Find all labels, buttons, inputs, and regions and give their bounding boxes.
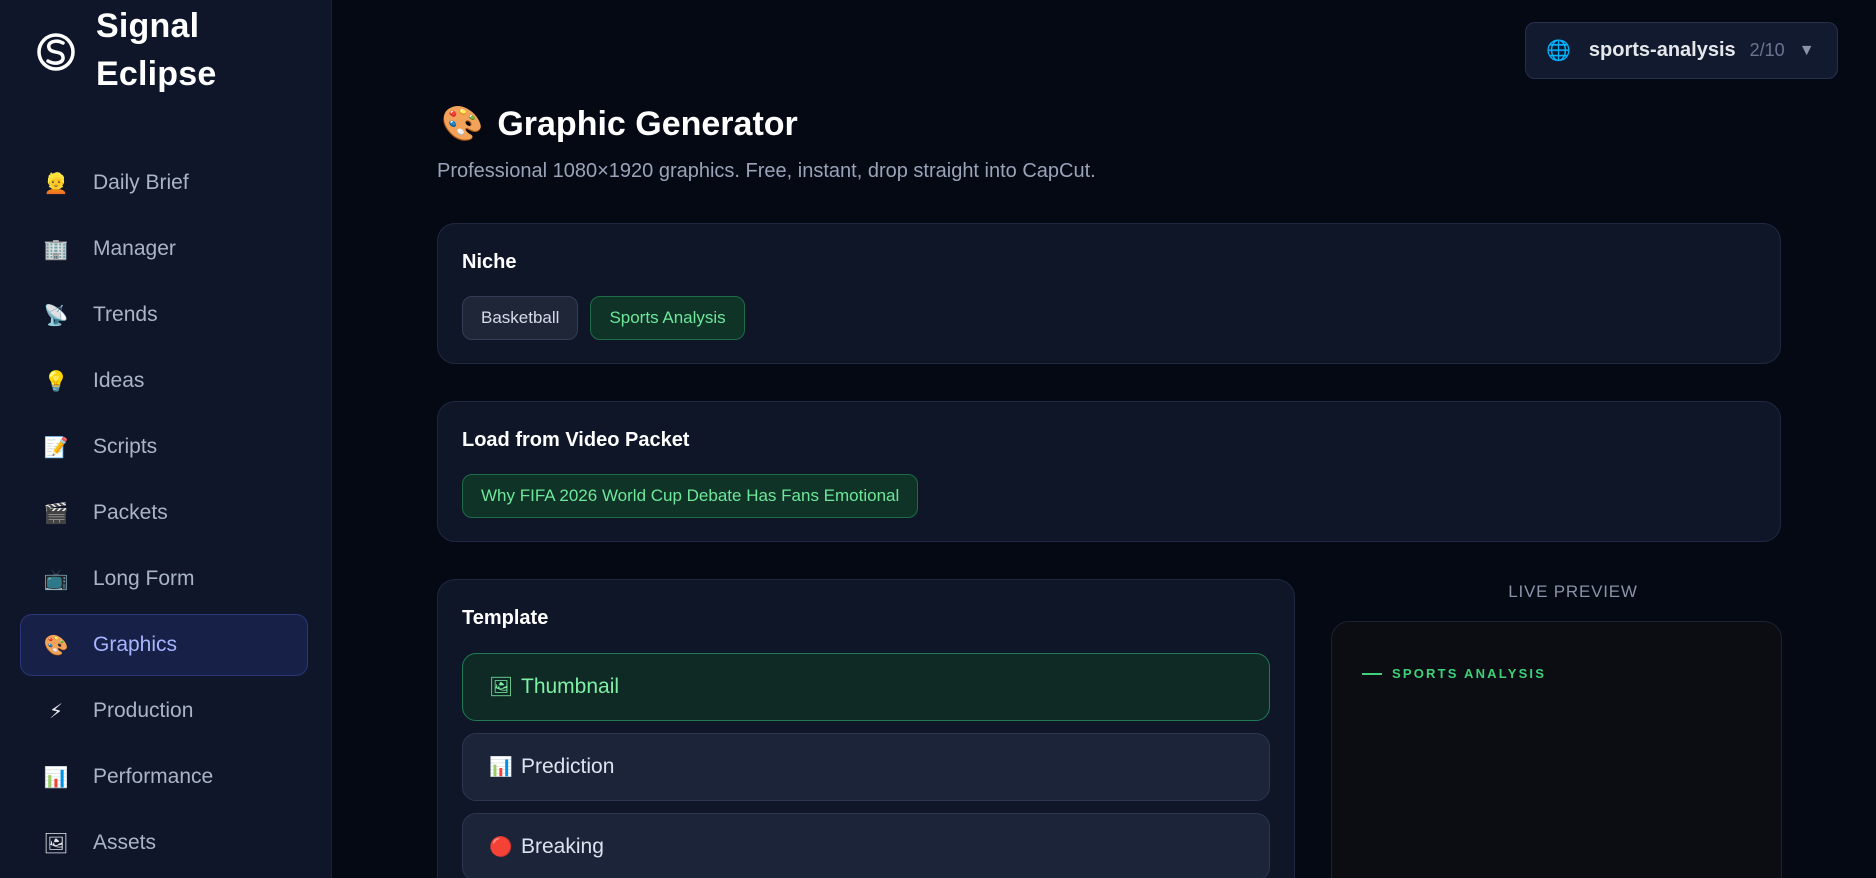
template-option-prediction[interactable]: 📊 Prediction [462,733,1270,801]
niche-title: Niche [462,251,517,273]
tag-dash [1362,672,1382,675]
sidebar-item-label: Manager [93,237,176,260]
signal-eclipse-logo-icon [37,33,75,71]
palette-icon: 🎨 [43,634,69,657]
red-circle-icon: 🔴 [489,837,513,858]
framed-picture-icon: 🖼 [43,832,69,855]
sidebar-item-performance[interactable]: 📊 Performance [20,746,308,808]
template-option-breaking[interactable]: 🔴 Breaking [462,813,1270,878]
sidebar-item-label: Graphics [93,633,178,656]
sidebar-item-scripts[interactable]: 📝 Scripts [20,416,308,478]
sidebar-item-label: Production [93,699,194,722]
main-content: 🌐 sports-analysis 2/10 ▼ 🎨 Graphic Gener… [333,0,1876,878]
sidebar-item-trends[interactable]: 📡 Trends [20,284,308,346]
preview-niche-tag: SPORTS ANALYSIS [1362,666,1546,681]
template-title: Template [462,607,549,629]
office-building-icon: 🏢 [43,238,69,261]
template-card: Template 🖼 Thumbnail 📊 Prediction 🔴 Brea… [437,579,1295,878]
brand[interactable]: Signal Eclipse [34,2,216,98]
globe-icon: 🌐 [1546,40,1571,62]
satellite-dish-icon: 📡 [43,304,69,327]
page-title-text: Graphic Generator [497,104,798,143]
brand-name-line2: Eclipse [96,55,217,93]
sidebar-item-label: Packets [93,501,168,524]
live-preview-canvas: SPORTS ANALYSIS [1331,621,1782,878]
sidebar-item-production[interactable]: ⚡ Production [20,680,308,742]
chevron-down-icon: ▼ [1798,41,1815,59]
template-option-label: Thumbnail [521,675,620,698]
sidebar-item-long-form[interactable]: 📺 Long Form [20,548,308,610]
sidebar-item-label: Assets [93,831,157,854]
sidebar-item-label: Scripts [93,435,158,458]
person-icon: 👱 [43,172,69,195]
template-option-label: Prediction [521,755,615,778]
niche-option-basketball[interactable]: Basketball [462,296,579,340]
sidebar-item-assets[interactable]: 🖼 Assets [20,812,308,874]
sidebar-item-label: Performance [93,765,214,788]
page-subtitle: Professional 1080×1920 graphics. Free, i… [437,160,1096,182]
workspace-name: sports-analysis [1588,39,1736,61]
memo-icon: 📝 [43,436,69,459]
sidebar-item-label: Long Form [93,567,195,590]
clapper-board-icon: 🎬 [43,502,69,525]
brand-name-line1: Signal [96,7,200,45]
video-packet-title: Load from Video Packet [462,429,690,451]
template-option-thumbnail[interactable]: 🖼 Thumbnail [462,653,1270,721]
sidebar: Signal Eclipse 👱 Daily Brief 🏢 Manager 📡… [0,0,332,878]
bar-chart-icon: 📊 [43,766,69,789]
lightning-icon: ⚡ [48,700,64,723]
video-packet-item[interactable]: Why FIFA 2026 World Cup Debate Has Fans … [462,474,919,518]
sidebar-item-label: Daily Brief [93,171,189,194]
workspace-selector[interactable]: 🌐 sports-analysis 2/10 ▼ [1525,22,1838,79]
sidebar-item-ideas[interactable]: 💡 Ideas [20,350,308,412]
video-packet-list: Why FIFA 2026 World Cup Debate Has Fans … [462,474,919,518]
workspace-count: 2/10 [1749,40,1785,60]
sidebar-item-label: Trends [93,303,158,326]
television-icon: 📺 [43,568,69,591]
lightbulb-icon: 💡 [43,370,69,393]
page-title: 🎨 Graphic Generator [441,104,798,144]
sidebar-nav: 👱 Daily Brief 🏢 Manager 📡 Trends 💡 Ideas… [20,152,308,878]
sidebar-item-graphics[interactable]: 🎨 Graphics [20,614,308,676]
niche-options: Basketball Sports Analysis [462,296,745,340]
preview-tag-text: SPORTS ANALYSIS [1392,666,1547,681]
sidebar-item-packets[interactable]: 🎬 Packets [20,482,308,544]
niche-card: Niche Basketball Sports Analysis [437,223,1781,364]
sidebar-item-manager[interactable]: 🏢 Manager [20,218,308,280]
niche-option-sports-analysis[interactable]: Sports Analysis [590,296,745,340]
bar-chart-icon: 📊 [489,757,513,778]
sidebar-item-daily-brief[interactable]: 👱 Daily Brief [20,152,308,214]
template-option-label: Breaking [521,835,604,858]
brand-name: Signal Eclipse [96,2,216,98]
palette-icon: 🎨 [441,105,484,143]
framed-picture-icon: 🖼 [489,677,514,698]
sidebar-item-label: Ideas [93,369,145,392]
live-preview-label: LIVE PREVIEW [1508,582,1638,601]
video-packet-card: Load from Video Packet Why FIFA 2026 Wor… [437,401,1781,542]
